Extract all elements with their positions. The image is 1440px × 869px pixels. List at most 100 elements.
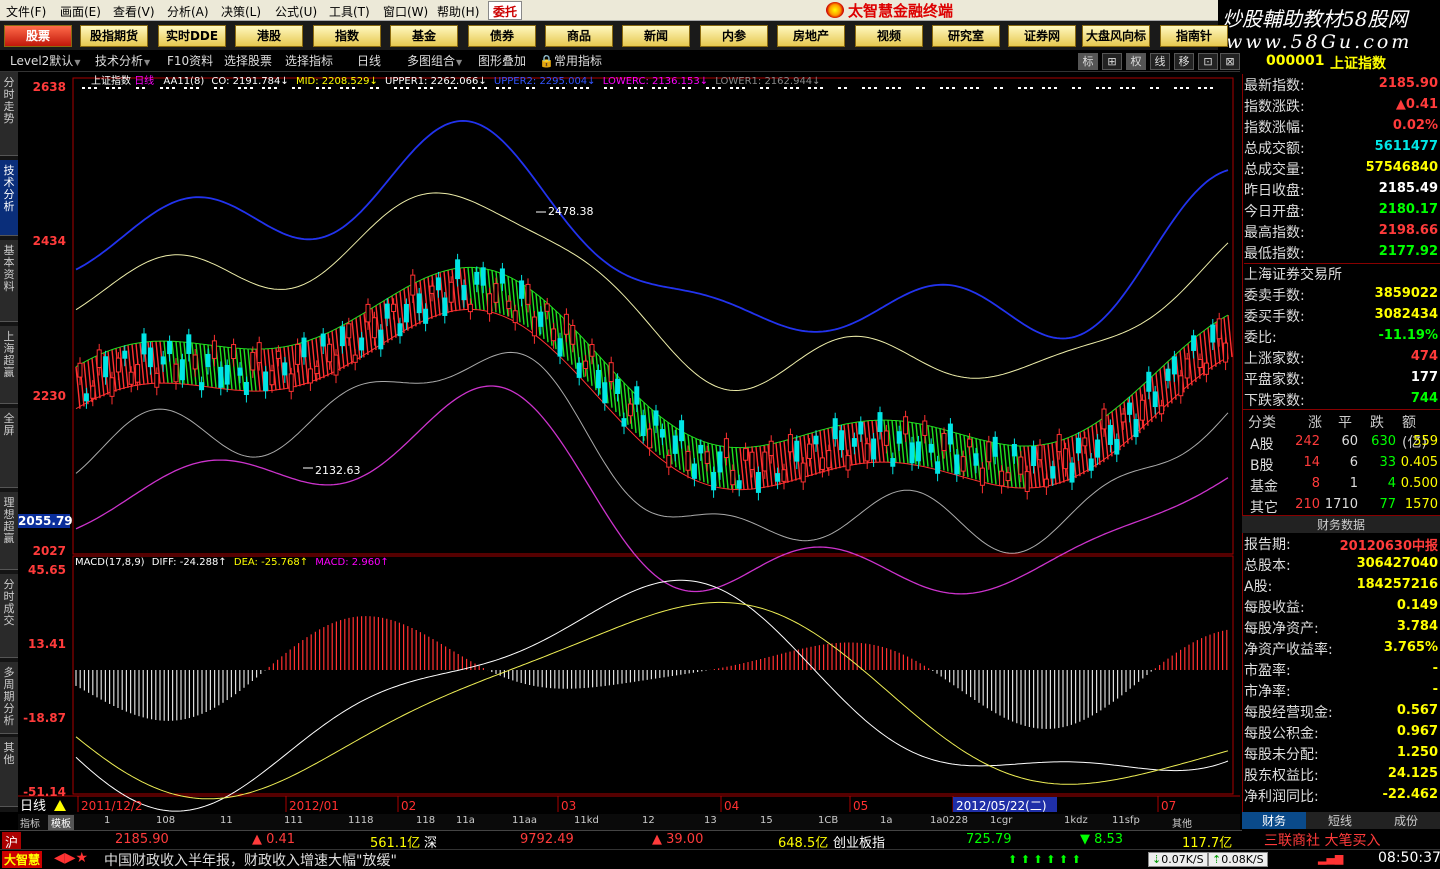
finance-label: 报告期:	[1244, 537, 1291, 553]
macd-axis-1: 45.65	[28, 563, 66, 577]
indicator-tab-4[interactable]: 11	[220, 815, 233, 826]
finance-label: 总股本:	[1244, 558, 1291, 574]
maximize-icon[interactable]: ⊠	[1220, 53, 1240, 70]
candle-body	[83, 393, 89, 402]
indicator-tab-6[interactable]: 1118	[348, 815, 373, 826]
candle-body	[250, 351, 256, 371]
tech-analysis-dropdown[interactable]: 技术分析	[93, 53, 152, 70]
candle-body	[800, 462, 806, 483]
indicator-tab-2[interactable]: 1	[104, 815, 110, 826]
menu-file[interactable]: 文件(F)	[6, 3, 46, 20]
indicator-tab-18[interactable]: 1kdz	[1064, 815, 1088, 826]
category-tab-9[interactable]: 内参	[700, 25, 768, 47]
select-stock-button[interactable]: 选择股票	[222, 53, 274, 70]
left-nav-item-3[interactable]: 上海超赢	[0, 326, 18, 404]
category-tab-13[interactable]: 证券网	[1008, 25, 1076, 47]
category-tab-6[interactable]: 债券	[468, 25, 536, 47]
indicator-tab-14[interactable]: 1CB	[818, 815, 838, 826]
indicator-tab-10[interactable]: 11kd	[574, 815, 599, 826]
category-tab-5[interactable]: 基金	[390, 25, 458, 47]
category-tab-8[interactable]: 新闻	[622, 25, 690, 47]
menu-formula[interactable]: 公式(U)	[275, 3, 317, 20]
category-tab-2[interactable]: 实时DDE	[158, 25, 226, 47]
left-nav-item-4[interactable]: 全屏	[0, 408, 18, 488]
mark-icon[interactable]: 标	[1078, 53, 1098, 70]
indicator-tab-20[interactable]: 其他	[1172, 815, 1192, 830]
indicator-tab-16[interactable]: 1a0228	[930, 815, 968, 826]
indicator-tab-13[interactable]: 15	[760, 815, 773, 826]
category-tab-15[interactable]: 指南针	[1160, 25, 1228, 47]
indicator-tab-17[interactable]: 1cgr	[990, 815, 1012, 826]
candle-body	[269, 370, 275, 386]
left-nav-item-5[interactable]: 理想超赢	[0, 492, 18, 570]
category-tab-7[interactable]: 商品	[545, 25, 613, 47]
indicator-tab-11[interactable]: 12	[642, 815, 655, 826]
menu-decision[interactable]: 决策(L)	[221, 3, 261, 20]
category-tab-3[interactable]: 港股	[235, 25, 303, 47]
menu-tools[interactable]: 工具(T)	[329, 3, 370, 20]
menu-analysis[interactable]: 分析(A)	[167, 3, 209, 20]
menu-window[interactable]: 窗口(W)	[383, 3, 428, 20]
window-icon[interactable]: ⊡	[1198, 53, 1218, 70]
left-nav-item-1[interactable]: 技术分析	[0, 160, 18, 236]
news-headline[interactable]: 中国财政收入半年报，财政收入增速大幅"放缓"	[104, 850, 397, 869]
level2-default-dropdown[interactable]: Level2默认	[8, 53, 82, 70]
menu-view-screen[interactable]: 画面(E)	[60, 3, 101, 20]
candle-body	[877, 412, 883, 433]
indicator-tabs: 指标 模板 1 108 11 111 1118 118 11a 11aa 11kd 12 13 15 1CB…	[18, 814, 1240, 830]
category-tab-14[interactable]: 大盘风向标	[1082, 25, 1150, 47]
entrust-button[interactable]: 委托	[488, 1, 523, 20]
finance-label: 每股公积金:	[1244, 726, 1319, 742]
left-nav-item-0[interactable]: 分时走势	[0, 72, 18, 156]
indicator-tab-19[interactable]: 11sfp	[1112, 815, 1140, 826]
left-nav-item-7[interactable]: 多周期分析	[0, 662, 18, 734]
indicator-tab-8[interactable]: 11a	[456, 815, 475, 826]
market-label: 委买手数:	[1244, 309, 1305, 325]
left-nav-item-2[interactable]: 基本资料	[0, 240, 18, 322]
category-tab-10[interactable]: 房地产	[777, 25, 845, 47]
indicator-tab-0[interactable]: 指标	[20, 815, 40, 830]
candle-body	[237, 367, 243, 376]
multi-chart-dropdown[interactable]: 多图组合	[405, 53, 464, 70]
period-day-button[interactable]: 日线	[355, 53, 383, 70]
left-nav-item-8[interactable]: 其他	[0, 737, 18, 807]
left-nav-item-6[interactable]: 分时成交	[0, 574, 18, 658]
indicator-tab-9[interactable]: 11aa	[512, 815, 537, 826]
kline-chart[interactable]: 2478.38 2132.63 2011/12/2 2012/01 02 03 04 05 20…	[18, 72, 1240, 812]
market-row: 委卖手数: 3859022	[1242, 284, 1440, 305]
indicator-tab-12[interactable]: 13	[704, 815, 717, 826]
menu-help[interactable]: 帮助(H)	[437, 3, 479, 20]
overlay-button[interactable]: 图形叠加	[476, 53, 528, 70]
candle-body	[839, 430, 845, 451]
line-icon[interactable]: 线	[1150, 53, 1170, 70]
common-indicator-button[interactable]: 🔒常用指标	[537, 53, 604, 70]
f10-button[interactable]: F10资料	[165, 53, 215, 70]
category-tab-4[interactable]: 指数	[313, 25, 381, 47]
indicator-tab-5[interactable]: 111	[284, 815, 303, 826]
indicator-tab-15[interactable]: 1a	[880, 815, 893, 826]
news-ticker[interactable]: 三联商社 大笔买入	[1242, 830, 1440, 849]
sidebar-tab-2[interactable]: 成份	[1374, 812, 1438, 829]
sidebar-tab-1[interactable]: 短线	[1308, 812, 1372, 829]
category-tab-0[interactable]: 股票	[4, 25, 72, 47]
menu-view[interactable]: 查看(V)	[113, 3, 155, 20]
indicator-tab-7[interactable]: 118	[416, 815, 435, 826]
sidebar-tab-0[interactable]: 财务	[1242, 812, 1306, 829]
legend-upper1: UPPER1: 2262.066↓	[385, 76, 487, 87]
candle-body	[359, 337, 365, 351]
candle-body	[499, 268, 505, 284]
indicator-tab-3[interactable]: 108	[156, 815, 175, 826]
brand-logo-icon	[826, 2, 844, 18]
move-icon[interactable]: 移	[1174, 53, 1194, 70]
category-tab-11[interactable]: 视频	[855, 25, 923, 47]
select-indicator-button[interactable]: 选择指标	[283, 53, 335, 70]
candle-body	[659, 429, 665, 438]
news-nav-arrows-icon[interactable]: ◀▶★	[54, 850, 88, 866]
candle-body	[755, 471, 761, 493]
rights-icon[interactable]: 权	[1126, 53, 1146, 70]
category-tab-12[interactable]: 研究室	[932, 25, 1000, 47]
grid-icon[interactable]: ⊞	[1102, 53, 1122, 70]
category-tab-1[interactable]: 股指期货	[80, 25, 148, 47]
indicator-tab-1[interactable]: 模板	[48, 815, 74, 830]
candle-body	[1095, 439, 1101, 458]
